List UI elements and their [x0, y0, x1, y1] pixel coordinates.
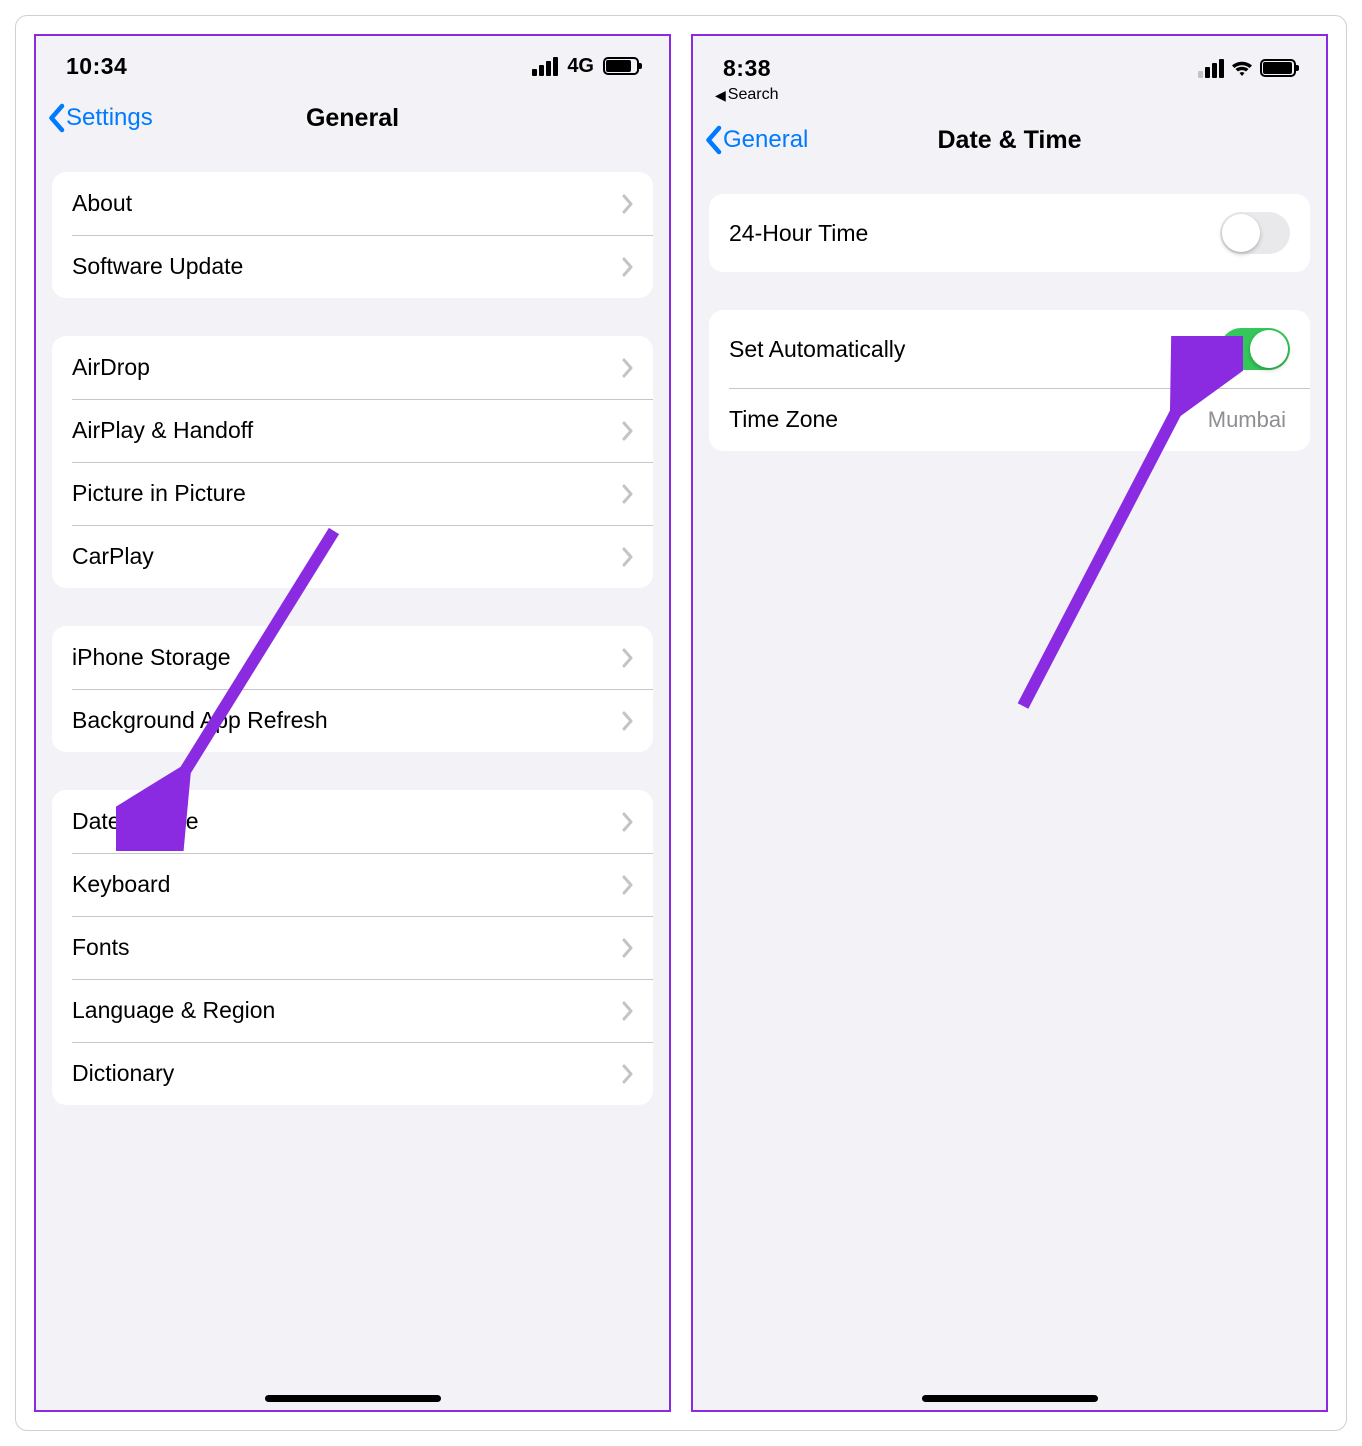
row-label: iPhone Storage [72, 644, 621, 671]
settings-list[interactable]: About Software Update AirDrop AirPlay & … [36, 150, 669, 1410]
nav-header: Settings General [36, 86, 669, 150]
cellular-signal-icon [532, 57, 558, 76]
chevron-right-icon [621, 194, 633, 214]
back-caret-icon: ◀ [715, 87, 726, 104]
row-software-update[interactable]: Software Update [52, 235, 653, 298]
row-label: Background App Refresh [72, 707, 621, 734]
row-set-automatically: Set Automatically [709, 310, 1310, 388]
chevron-right-icon [621, 547, 633, 567]
settings-group: About Software Update [52, 172, 653, 298]
back-button-settings[interactable]: Settings [46, 103, 153, 133]
chevron-right-icon [621, 648, 633, 668]
chevron-right-icon [621, 938, 633, 958]
wifi-icon [1230, 59, 1254, 77]
back-to-app[interactable]: ◀ Search [693, 86, 1326, 108]
settings-list[interactable]: 24-Hour Time Set Automatically Time Zone… [693, 172, 1326, 1410]
chevron-right-icon [621, 875, 633, 895]
switch-24-hour-time[interactable] [1220, 212, 1290, 254]
chevron-right-icon [621, 257, 633, 277]
row-label: AirDrop [72, 354, 621, 381]
back-button-general[interactable]: General [703, 125, 808, 155]
row-airplay-handoff[interactable]: AirPlay & Handoff [52, 399, 653, 462]
chevron-right-icon [621, 812, 633, 832]
row-label: Time Zone [729, 406, 1208, 433]
status-indicators [1198, 59, 1296, 78]
row-label: Dictionary [72, 1060, 621, 1087]
status-indicators: 4G [532, 55, 639, 78]
chevron-right-icon [621, 358, 633, 378]
row-label: Language & Region [72, 997, 621, 1024]
row-date-time[interactable]: Date & Time [52, 790, 653, 853]
chevron-left-icon [46, 103, 66, 133]
row-about[interactable]: About [52, 172, 653, 235]
status-bar: 8:38 [693, 36, 1326, 86]
chevron-right-icon [621, 1064, 633, 1084]
row-language-region[interactable]: Language & Region [52, 979, 653, 1042]
settings-group: Set Automatically Time Zone Mumbai [709, 310, 1310, 451]
row-label: Software Update [72, 253, 621, 280]
row-iphone-storage[interactable]: iPhone Storage [52, 626, 653, 689]
status-time: 8:38 [723, 55, 771, 82]
chevron-left-icon [703, 125, 723, 155]
row-label: Keyboard [72, 871, 621, 898]
settings-group: Date & Time Keyboard Fonts Language & Re… [52, 790, 653, 1105]
page-title: Date & Time [937, 126, 1081, 155]
switch-set-automatically[interactable] [1220, 328, 1290, 370]
phone-general: 10:34 4G Settings General About [34, 34, 671, 1412]
chevron-right-icon [621, 711, 633, 731]
row-24-hour-time: 24-Hour Time [709, 194, 1310, 272]
row-label: 24-Hour Time [729, 220, 1220, 247]
battery-icon [1260, 59, 1296, 77]
network-type-label: 4G [567, 55, 594, 78]
chevron-right-icon [621, 421, 633, 441]
nav-header: General Date & Time [693, 108, 1326, 172]
row-label: Set Automatically [729, 336, 1220, 363]
row-label: Fonts [72, 934, 621, 961]
comparison-container: 10:34 4G Settings General About [15, 15, 1347, 1431]
row-airdrop[interactable]: AirDrop [52, 336, 653, 399]
row-label: Picture in Picture [72, 480, 621, 507]
chevron-right-icon [621, 484, 633, 504]
row-time-zone[interactable]: Time Zone Mumbai [709, 388, 1310, 451]
row-label: Date & Time [72, 808, 621, 835]
back-to-label: Search [728, 86, 779, 104]
row-background-app-refresh[interactable]: Background App Refresh [52, 689, 653, 752]
row-value: Mumbai [1208, 407, 1286, 433]
page-title: General [306, 104, 399, 133]
row-keyboard[interactable]: Keyboard [52, 853, 653, 916]
cellular-signal-icon [1198, 59, 1224, 78]
home-indicator[interactable] [922, 1395, 1098, 1402]
battery-icon [603, 57, 639, 75]
row-carplay[interactable]: CarPlay [52, 525, 653, 588]
back-label: General [723, 126, 808, 154]
status-time: 10:34 [66, 53, 127, 80]
status-bar: 10:34 4G [36, 36, 669, 86]
settings-group: 24-Hour Time [709, 194, 1310, 272]
row-label: CarPlay [72, 543, 621, 570]
chevron-right-icon [621, 1001, 633, 1021]
back-label: Settings [66, 104, 153, 132]
settings-group: iPhone Storage Background App Refresh [52, 626, 653, 752]
settings-group: AirDrop AirPlay & Handoff Picture in Pic… [52, 336, 653, 588]
row-picture-in-picture[interactable]: Picture in Picture [52, 462, 653, 525]
row-label: AirPlay & Handoff [72, 417, 621, 444]
phone-date-time: 8:38 ◀ Search General Date & Time [691, 34, 1328, 1412]
row-label: About [72, 190, 621, 217]
row-dictionary[interactable]: Dictionary [52, 1042, 653, 1105]
home-indicator[interactable] [265, 1395, 441, 1402]
row-fonts[interactable]: Fonts [52, 916, 653, 979]
